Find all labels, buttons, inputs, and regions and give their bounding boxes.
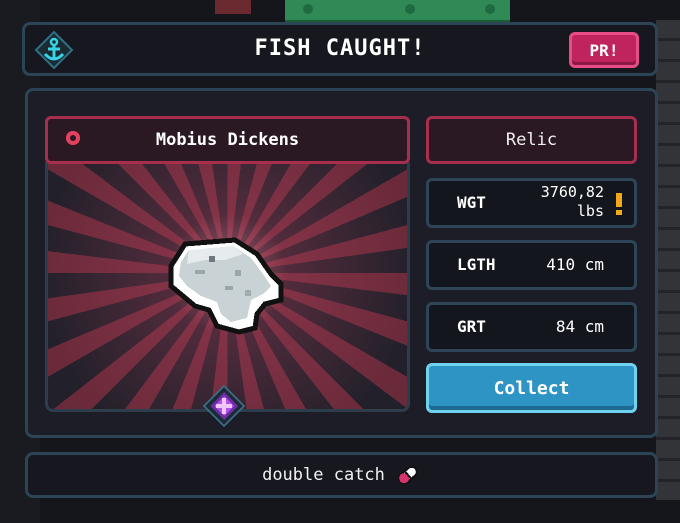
collect-button[interactable]: Collect <box>426 363 637 413</box>
stat-girth: GRT 84 cm <box>426 302 637 352</box>
stat-weight: WGT 3760,82 lbs <box>426 178 637 228</box>
exclamation-icon <box>616 193 622 215</box>
pill-icon <box>398 465 418 485</box>
rarity-dot-icon <box>66 131 80 145</box>
double-catch-label: double catch <box>262 465 385 485</box>
stat-girth-value: 84 cm <box>555 317 604 336</box>
background-platform <box>285 0 510 23</box>
purple-gem-icon <box>202 384 246 428</box>
fish-name-bar: Mobius Dickens <box>45 116 410 164</box>
stat-length-label: LGTH <box>457 255 496 274</box>
background-bricks <box>656 20 680 500</box>
personal-record-button[interactable]: PR! <box>569 32 639 68</box>
footer-bar: double catch <box>25 452 658 498</box>
stat-length-value: 410 cm <box>546 255 604 274</box>
rarity-label: Relic <box>426 116 637 164</box>
stat-length: LGTH 410 cm <box>426 240 637 290</box>
fish-name: Mobius Dickens <box>155 130 300 150</box>
stat-weight-value: 3760,82 lbs <box>540 183 604 220</box>
stat-weight-label: WGT <box>457 193 486 212</box>
stat-girth-label: GRT <box>457 317 486 336</box>
fish-sprite-icon <box>168 237 284 335</box>
background-tile <box>215 0 251 14</box>
